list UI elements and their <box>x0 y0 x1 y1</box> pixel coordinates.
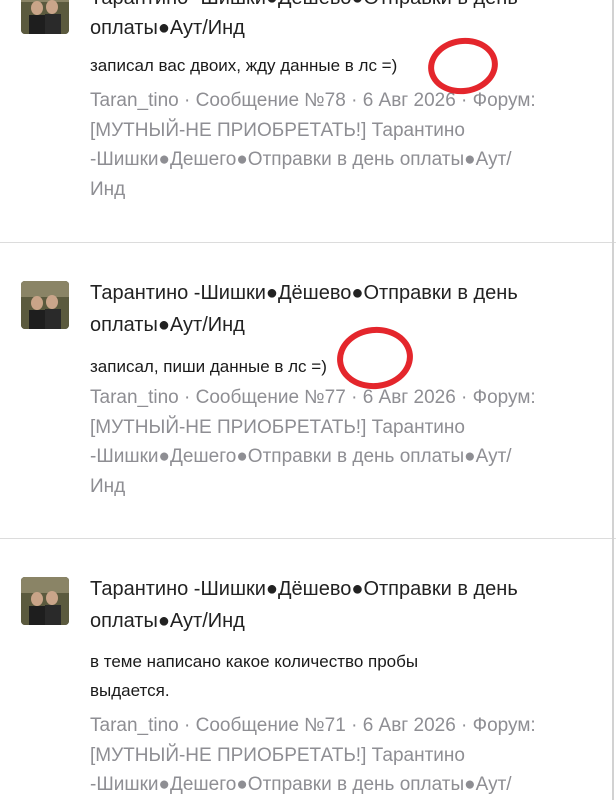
post-item-2[interactable]: Тарантино -Шишки●Дёшево●Отправки в день … <box>0 243 612 538</box>
meta-line: Taran_tino · Сообщение №78 · 6 Авг 2026 … <box>90 90 536 111</box>
message-text: в теме написано какое количество пробы <box>90 652 419 671</box>
meta-line: Taran_tino · Сообщение №71 · 6 Авг 2026 … <box>90 715 536 736</box>
meta-forum-line: Инд <box>90 475 126 497</box>
message-text: записал, пиши данные в лс =) <box>90 357 327 376</box>
avatar-photo-icon <box>21 577 69 625</box>
avatar-photo-icon <box>21 0 69 34</box>
avatar[interactable] <box>21 0 69 34</box>
meta-forum-line: Инд <box>90 178 126 200</box>
topic-line-1[interactable]: Тарантино -Шишки●Дёшево●Отправки в день <box>90 278 600 308</box>
avatar-photo-icon <box>21 281 69 329</box>
meta-forum-line: [МУТНЫЙ-НЕ ПРИОБРЕТАТЬ!] Тарантино <box>90 119 465 141</box>
topic-line-2[interactable]: оплаты●Аут/Инд <box>90 13 600 43</box>
page-edge <box>612 0 614 800</box>
avatar[interactable] <box>21 577 69 625</box>
post-item-3[interactable]: Тарантино -Шишки●Дёшево●Отправки в день … <box>0 539 612 800</box>
topic-line-1[interactable]: Тарантино -Шишки●Дёшево●Отправки в день <box>90 574 600 604</box>
post-item-1[interactable]: оплаты●Аут/Инд Тарантино -Шишки●Дёшево●О… <box>0 0 612 242</box>
meta-forum-line: [МУТНЫЙ-НЕ ПРИОБРЕТАТЬ!] Тарантино <box>90 744 465 766</box>
meta-line: Taran_tino · Сообщение №77 · 6 Авг 2026 … <box>90 387 536 408</box>
meta-forum-line: -Шишки●Дешего●Отправки в день оплаты●Аут… <box>90 446 512 467</box>
topic-line-2[interactable]: оплаты●Аут/Инд <box>90 310 600 340</box>
meta-forum-line: -Шишки●Дешего●Отправки в день оплаты●Аут… <box>90 149 512 170</box>
topic-line-1[interactable]: Тарантино -Шишки●Дёшево●Отправки в день <box>90 0 600 13</box>
meta-forum-line: -Шишки●Дешего●Отправки в день оплаты●Аут… <box>90 774 512 795</box>
meta-forum-line: [МУТНЫЙ-НЕ ПРИОБРЕТАТЬ!] Тарантино <box>90 416 465 438</box>
topic-line-2[interactable]: оплаты●Аут/Инд <box>90 606 600 636</box>
message-text: выдается. <box>90 681 170 700</box>
avatar[interactable] <box>21 281 69 329</box>
